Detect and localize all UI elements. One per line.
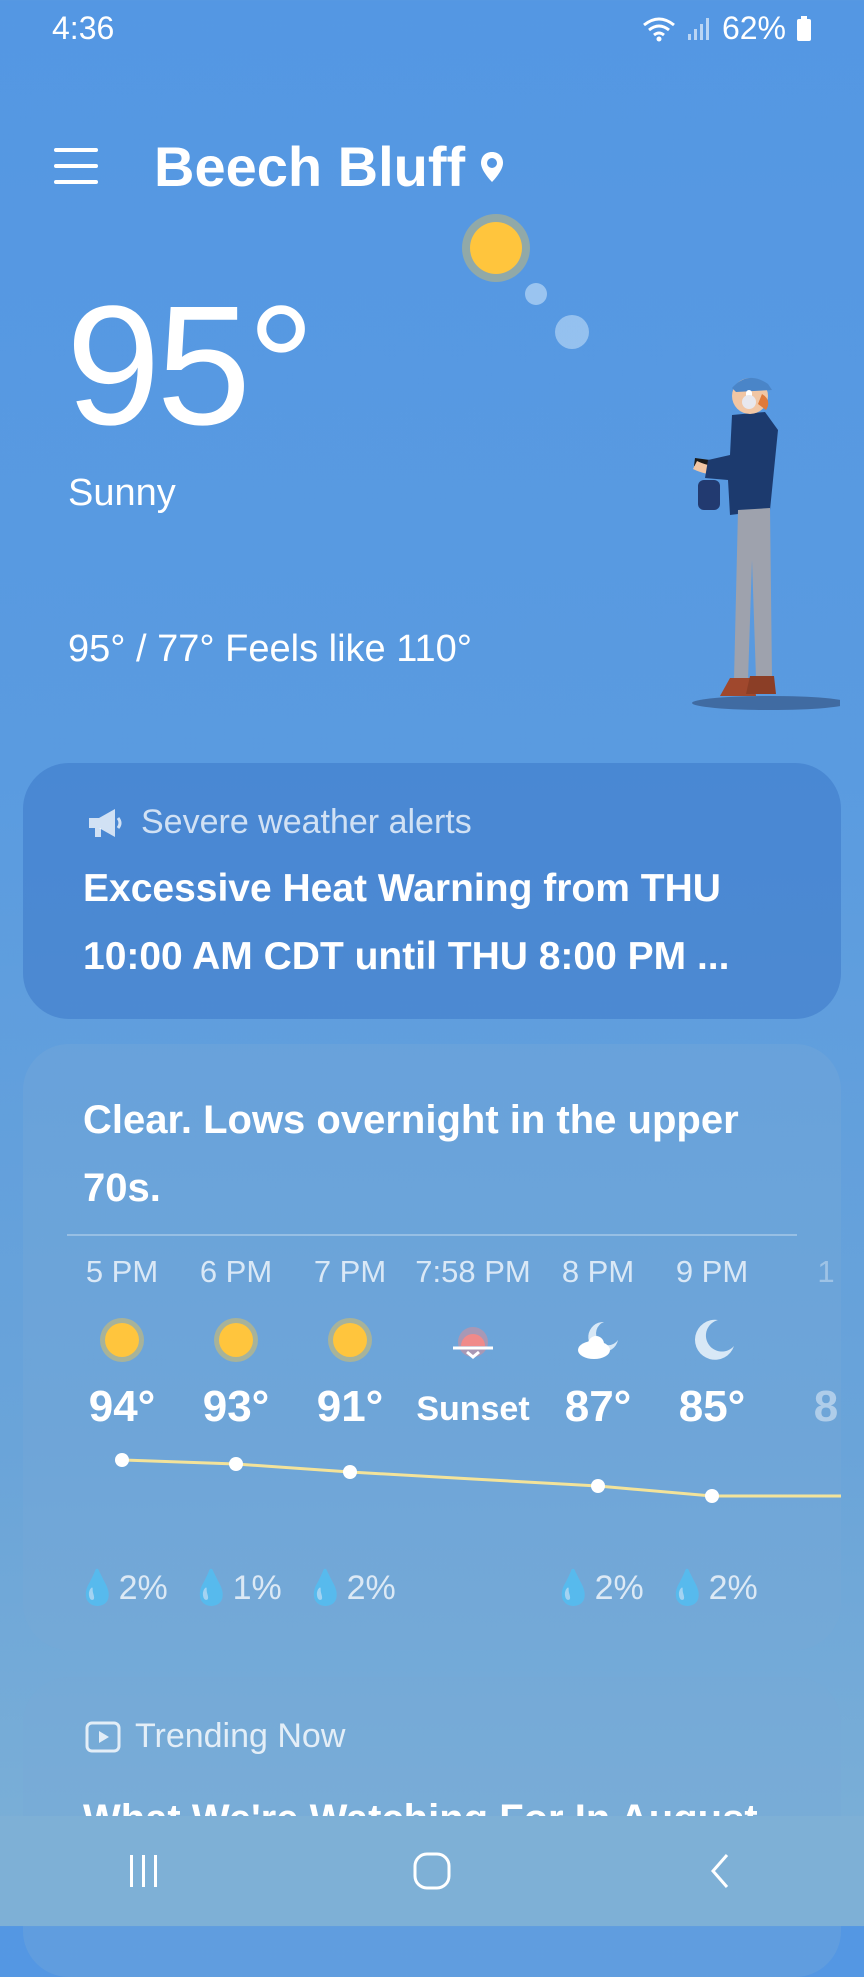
person-illustration [692, 377, 840, 710]
hour-time: 5 PM [85, 1254, 159, 1289]
video-play-icon [85, 1721, 121, 1752]
hour-temp: 94° [88, 1382, 156, 1431]
recent-apps-icon [130, 1855, 157, 1887]
location-pin-icon [481, 151, 504, 182]
divider [67, 1234, 797, 1236]
current-condition: Sunny [68, 472, 176, 514]
location-name: Beech Bluff [154, 135, 466, 198]
trend-point-7pm [343, 1465, 357, 1479]
sun-icon [100, 1318, 144, 1362]
alert-heading: Severe weather alerts [85, 803, 472, 842]
sun-icon [328, 1318, 372, 1362]
hour-temp: 85° [678, 1382, 746, 1431]
sunset-icon [453, 1327, 493, 1359]
megaphone-icon [89, 808, 122, 837]
hour-precip: 💧1% [190, 1569, 282, 1607]
current-temperature: 95° [66, 271, 315, 461]
location-header[interactable]: Beech Bluff [154, 134, 505, 199]
system-navigation-bar [0, 1816, 864, 1926]
hour-time: 9 PM [675, 1254, 749, 1289]
battery-icon [797, 15, 811, 41]
hour-precip: 💧2% [666, 1569, 758, 1607]
status-time: 4:36 [52, 10, 115, 46]
status-icons: 62% [642, 10, 812, 47]
alert-heading-text: Severe weather alerts [141, 803, 472, 841]
hour-precip: 💧2% [552, 1569, 644, 1607]
trend-point-9pm [705, 1489, 719, 1503]
hi-lo-feels-like: 95° / 77° Feels like 110° [68, 628, 472, 670]
trending-heading-text: Trending Now [135, 1717, 346, 1755]
hour-temp: 91° [316, 1382, 384, 1431]
battery-percent: 62% [721, 10, 786, 46]
sun-icon [214, 1318, 258, 1362]
hour-precip: 💧2% [304, 1569, 396, 1607]
severe-weather-alert-card[interactable]: Severe weather alerts Excessive Heat War… [23, 763, 841, 1019]
hour-temp: 93° [202, 1382, 270, 1431]
hourly-forecast-scroller[interactable]: 5 PM 94° 💧2% 6 PM 93° 💧1% 7 PM 91° 💧2% 7… [23, 1254, 841, 1634]
trend-point-5pm [115, 1453, 129, 1467]
hourly-forecast-card: Clear. Lows overnight in the upper 70s. … [23, 1044, 841, 1650]
hour-precip: 💧2% [76, 1569, 168, 1607]
hour-sunset-label: Sunset [416, 1390, 530, 1428]
trending-heading: Trending Now [85, 1717, 345, 1756]
forecast-summary: Clear. Lows overnight in the upper 70s. [83, 1098, 739, 1210]
hour-time: 6 PM [199, 1254, 273, 1289]
wifi-icon [643, 17, 675, 41]
back-button[interactable] [660, 1831, 780, 1911]
home-button[interactable] [372, 1831, 492, 1911]
hour-time: 7:58 PM [415, 1254, 531, 1289]
trend-point-8pm [591, 1479, 605, 1493]
hour-time: 8 PM [561, 1254, 635, 1289]
recent-apps-button[interactable] [84, 1831, 204, 1911]
hour-time: 7 PM [313, 1254, 387, 1289]
trend-point-6pm [229, 1457, 243, 1471]
menu-button[interactable] [54, 148, 98, 188]
moon-icon [694, 1319, 734, 1360]
signal-icon [687, 17, 709, 40]
alert-text: Excessive Heat Warning from THU 10:00 AM… [83, 867, 730, 978]
sun-illustration [462, 214, 589, 349]
moon-cloud-icon [578, 1321, 618, 1359]
home-icon [413, 1852, 451, 1890]
back-icon [711, 1854, 729, 1888]
hour-time: 1 [817, 1254, 835, 1289]
hour-temp: 87° [564, 1382, 632, 1431]
hour-temp: 8 [813, 1382, 839, 1431]
